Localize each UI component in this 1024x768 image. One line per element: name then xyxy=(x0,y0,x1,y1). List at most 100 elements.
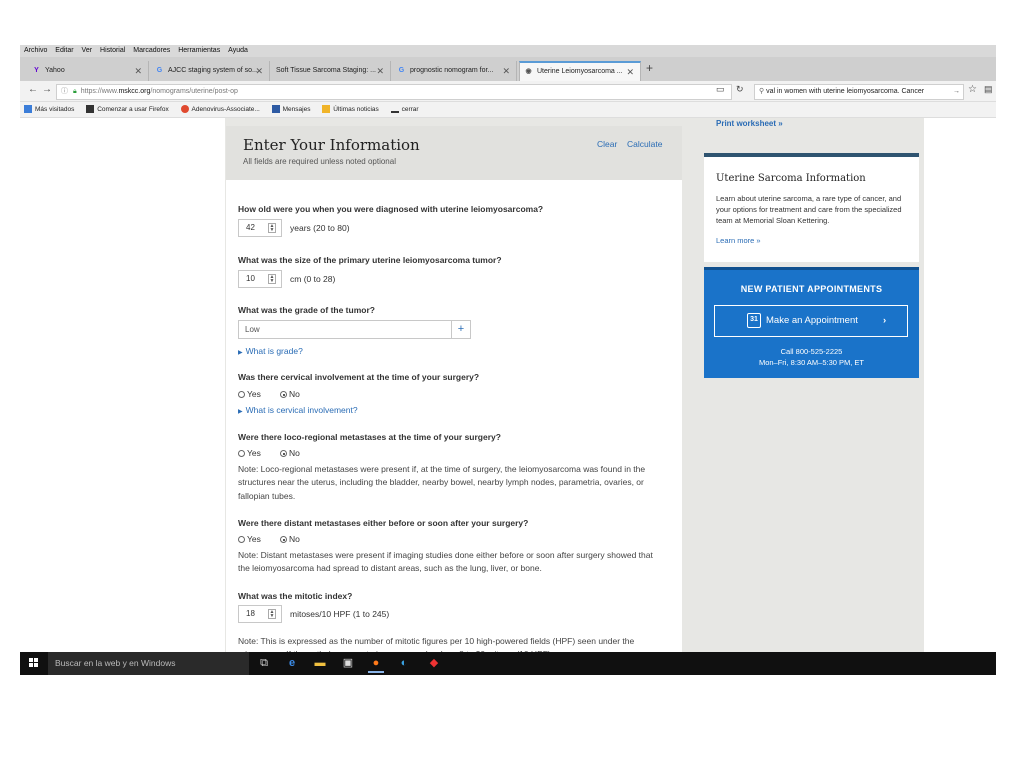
mitotic-value: 18 xyxy=(246,609,255,618)
age-unit: years (20 to 80) xyxy=(290,223,350,233)
make-appointment-button[interactable]: 31 Make an Appointment › xyxy=(714,305,908,337)
bookmark-ultimas-noticias[interactable]: Últimas noticias xyxy=(322,105,379,114)
grade-help-toggle[interactable]: ▶ What is grade? xyxy=(238,346,303,356)
bookmark-icon xyxy=(180,105,189,114)
cervical-no-radio[interactable]: No xyxy=(280,389,300,399)
menu-ayuda[interactable]: Ayuda xyxy=(228,47,248,54)
radio-label: Yes xyxy=(247,389,261,399)
spinner-icon[interactable]: ▲ ▼ xyxy=(268,274,276,284)
bookmarks-bar: Más visitados Comenzar a usar Firefox Ad… xyxy=(20,102,996,118)
bookmark-label: Mensajes xyxy=(282,106,311,113)
new-tab-button[interactable]: + xyxy=(646,61,653,75)
windows-taskbar: Buscar en la web y en Windows ⧉ e ▬ ▣ ● … xyxy=(20,652,996,675)
site-icon: ◉ xyxy=(525,67,532,75)
size-stepper[interactable]: 10 ▲ ▼ xyxy=(238,270,282,288)
bookmark-mas-visitados[interactable]: Más visitados xyxy=(24,105,74,114)
radio-label: No xyxy=(289,389,300,399)
edge-icon[interactable]: e xyxy=(284,656,300,671)
calculate-link[interactable]: Calculate xyxy=(627,139,662,149)
radio-icon xyxy=(238,536,245,543)
bookmark-mensajes[interactable]: Mensajes xyxy=(271,105,311,114)
close-icon[interactable]: ✕ xyxy=(255,61,263,81)
file-explorer-icon[interactable]: ▬ xyxy=(312,656,328,671)
radio-selected-icon xyxy=(280,391,287,398)
menu-marcadores[interactable]: Marcadores xyxy=(133,47,170,54)
bookmark-comenzar-firefox[interactable]: Comenzar a usar Firefox xyxy=(86,105,169,114)
distant-yes-radio[interactable]: Yes xyxy=(238,534,261,544)
radio-icon xyxy=(238,450,245,457)
menu-herramientas[interactable]: Herramientas xyxy=(178,47,220,54)
task-view-icon[interactable]: ⧉ xyxy=(256,656,272,671)
store-icon[interactable]: ▣ xyxy=(340,656,356,671)
search-go-icon[interactable]: → xyxy=(953,85,960,99)
tab-uterine-active[interactable]: ◉ Uterine Leiomyosarcoma ... ✕ xyxy=(519,61,641,81)
appt-hours: Mon–Fri, 8:30 AM–5:30 PM, ET xyxy=(758,358,865,367)
close-icon[interactable]: ✕ xyxy=(626,63,634,81)
question-distant: Were there distant metastases either bef… xyxy=(238,518,529,528)
mitotic-unit: mitoses/10 HPF (1 to 245) xyxy=(290,609,390,619)
spinner-icon[interactable]: ▲ ▼ xyxy=(268,223,276,233)
radio-label: Yes xyxy=(247,448,261,458)
grade-select[interactable]: Low + xyxy=(238,320,471,339)
menu-archivo[interactable]: Archivo xyxy=(24,47,47,54)
appt-phone: Call 800-525-2225 xyxy=(780,347,843,356)
grade-value: Low xyxy=(245,325,260,334)
info-text: Learn about uterine sarcoma, a rare type… xyxy=(716,194,902,225)
reader-view-icon[interactable]: ▭ xyxy=(716,84,725,95)
library-icon[interactable]: ▤ xyxy=(984,84,993,95)
reload-icon[interactable]: ↻ xyxy=(736,84,744,95)
forward-icon[interactable]: → xyxy=(42,84,52,95)
ie-icon[interactable]: ◐ xyxy=(396,656,412,671)
taskbar-search-placeholder: Buscar en la web y en Windows xyxy=(55,658,176,668)
cervical-help-toggle[interactable]: ▶ What is cervical involvement? xyxy=(238,405,358,415)
age-stepper[interactable]: 42 ▲ ▼ xyxy=(238,219,282,237)
menu-editar[interactable]: Editar xyxy=(55,47,73,54)
bookmark-label: Adenovirus-Associate... xyxy=(191,106,260,113)
question-age: How old were you when you were diagnosed… xyxy=(238,204,544,214)
page-margin-right xyxy=(924,118,996,653)
screen: Archivo Editar Ver Historial Marcadores … xyxy=(20,45,996,675)
plus-icon[interactable]: + xyxy=(451,321,470,338)
age-value: 42 xyxy=(246,223,255,232)
spinner-icon[interactable]: ▲ ▼ xyxy=(268,609,276,619)
windows-start-icon[interactable] xyxy=(29,658,39,668)
bookmark-star-icon[interactable]: ☆ xyxy=(968,84,977,95)
close-icon[interactable]: ✕ xyxy=(376,61,384,81)
menu-bar: Archivo Editar Ver Historial Marcadores … xyxy=(20,45,996,57)
search-bar[interactable]: ⚲ val in women with uterine leiomyosarco… xyxy=(754,84,964,100)
url-domain: mskcc.org xyxy=(118,88,151,95)
bookmark-cerrar[interactable]: cerrar xyxy=(390,106,419,114)
bookmark-label: Comenzar a usar Firefox xyxy=(97,106,169,113)
form-header: Enter Your Information All fields are re… xyxy=(226,126,682,180)
page-margin-left xyxy=(20,118,225,653)
nav-bar: ← → ⓘ 🔒︎ https://www.mskcc.org/nomograms/u… xyxy=(20,81,996,102)
loco-yes-radio[interactable]: Yes xyxy=(238,448,261,458)
taskbar-search[interactable]: Buscar en la web y en Windows xyxy=(48,652,249,675)
grade-help-label: What is grade? xyxy=(245,346,303,356)
bookmark-label: cerrar xyxy=(401,106,419,113)
firefox-icon[interactable]: ● xyxy=(368,656,384,673)
tab-label: Uterine Leiomyosarcoma ... xyxy=(537,68,623,75)
tab-yahoo[interactable]: Y Yahoo ✕ xyxy=(28,61,149,81)
size-value: 10 xyxy=(246,274,255,283)
clear-link[interactable]: Clear xyxy=(597,139,617,149)
loco-no-radio[interactable]: No xyxy=(280,448,300,458)
url-bar[interactable]: ⓘ 🔒︎ https://www.mskcc.org/nomograms/uteri… xyxy=(56,84,732,100)
acrobat-icon[interactable]: ◆ xyxy=(426,656,442,671)
close-icon[interactable]: ✕ xyxy=(134,61,142,81)
learn-more-link[interactable]: Learn more » xyxy=(716,236,761,245)
close-icon[interactable]: ✕ xyxy=(502,61,510,81)
print-worksheet-link[interactable]: Print worksheet » xyxy=(716,119,783,128)
cervical-yes-radio[interactable]: Yes xyxy=(238,389,261,399)
info-icon[interactable]: ⓘ xyxy=(61,88,68,95)
menu-historial[interactable]: Historial xyxy=(100,47,125,54)
expand-triangle-icon: ▶ xyxy=(238,409,243,415)
back-icon[interactable]: ← xyxy=(28,84,38,95)
mitotic-stepper[interactable]: 18 ▲ ▼ xyxy=(238,605,282,623)
menu-ver[interactable]: Ver xyxy=(82,47,93,54)
tab-prognostic[interactable]: Gprognostic nomogram for... ✕ xyxy=(393,61,517,81)
tab-ajcc[interactable]: G AJCC staging system of so... ✕ xyxy=(151,61,270,81)
bookmark-adenovirus[interactable]: Adenovirus-Associate... xyxy=(180,105,260,114)
distant-no-radio[interactable]: No xyxy=(280,534,300,544)
tab-soft-tissue[interactable]: Soft Tissue Sarcoma Staging: ... ✕ xyxy=(272,61,391,81)
